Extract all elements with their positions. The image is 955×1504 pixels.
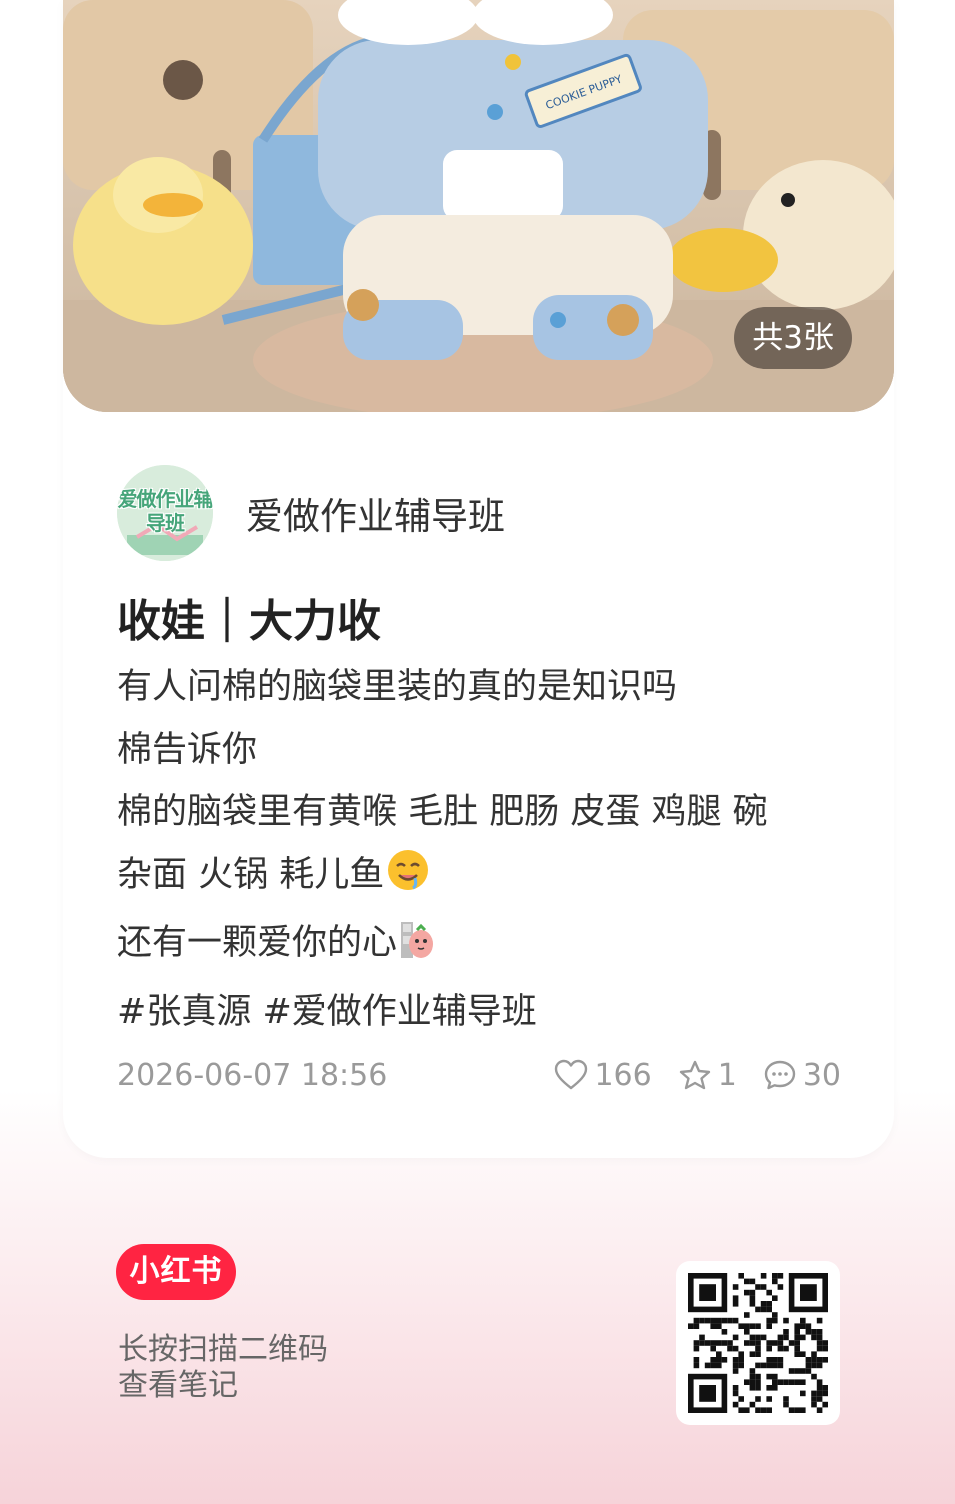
note-photo[interactable]: COOKIE PUPPY 共3张 [63, 0, 894, 412]
favorite-count: 1 [717, 1057, 737, 1093]
avatar[interactable]: 爱做作业辅导班 [117, 465, 213, 561]
content-line: 有人问棉的脑袋里装的真的是知识吗 [117, 667, 678, 707]
heart-icon [555, 1059, 588, 1090]
author-name[interactable]: 爱做作业辅导班 [246, 486, 505, 540]
meta-row: 2026-06-07 18:56 166 1 30 [117, 1055, 841, 1095]
author-row[interactable]: 爱做作业辅导班 爱做作业辅导班 [117, 465, 505, 561]
scan-hint: 长按扫描二维码 查看笔记 [118, 1332, 328, 1404]
like-button[interactable]: 166 [554, 1057, 652, 1093]
xiaohongshu-logo: 小红书 [116, 1244, 236, 1300]
star-icon [679, 1060, 710, 1090]
note-content: 有人问棉的脑袋里装的真的是知识吗 棉告诉你 棉的脑袋里有黄喉 毛肚 肥肠 皮蛋 … [117, 656, 857, 1043]
content-line-with-emoji: 还有一颗爱你的心 [117, 912, 857, 981]
comment-count: 30 [802, 1057, 841, 1093]
post-date: 2026-06-07 18:56 [117, 1057, 388, 1093]
content-line-text: 还有一颗爱你的心 [117, 923, 398, 963]
comment-button[interactable]: 30 [763, 1058, 841, 1093]
like-count: 166 [594, 1057, 652, 1093]
hashtag-line[interactable]: #张真源 #爱做作业辅导班 [117, 981, 857, 1044]
content-line: 棉告诉你 [117, 729, 258, 770]
favorite-button[interactable]: 1 [678, 1058, 737, 1093]
qr-code[interactable] [676, 1261, 840, 1425]
sticker-icon [399, 918, 435, 981]
qr-code-icon [688, 1273, 828, 1413]
content-line-text: 杂面 火锅 耗儿鱼 [117, 854, 385, 895]
scan-hint-line: 长按扫描二维码 [118, 1332, 328, 1367]
content-line: 棉的脑袋里有黄喉 毛肚 肥肠 皮蛋 鸡腿 碗 [117, 792, 768, 832]
image-count-badge: 共3张 [734, 307, 852, 369]
scan-hint-line: 查看笔记 [118, 1368, 238, 1403]
drooling-face-icon [386, 848, 430, 913]
note-title: 收娃｜大力收 [117, 596, 381, 647]
note-card: COOKIE PUPPY 共3张 爱做作业辅导班 爱做作业辅导班 收娃｜大力收 … [63, 0, 894, 1158]
avatar-text: 爱做作业辅导班 [117, 487, 214, 535]
comment-icon [764, 1060, 796, 1090]
content-line-with-emoji: 杂面 火锅 耗儿鱼 [117, 844, 857, 913]
